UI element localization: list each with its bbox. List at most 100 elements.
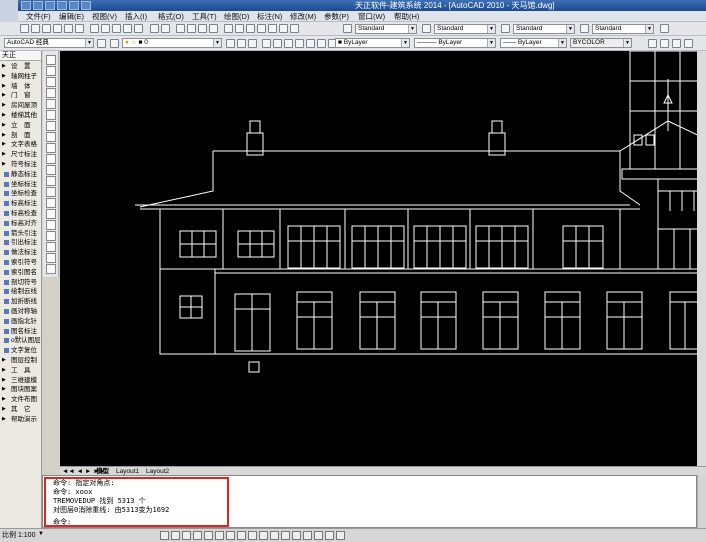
quick-view-layouts-icon[interactable]: [281, 531, 290, 540]
palette-item[interactable]: ▶ 三维建模: [0, 376, 42, 385]
drawing-canvas[interactable]: [60, 51, 706, 466]
menu-modify[interactable]: 修改(M): [290, 11, 316, 22]
circle-icon[interactable]: [46, 121, 56, 131]
showmotion-icon[interactable]: [336, 531, 345, 540]
palette-item[interactable]: 标高对齐: [0, 219, 42, 228]
menu-format[interactable]: 格式(O): [158, 11, 184, 22]
markup-icon[interactable]: [268, 24, 277, 33]
workspace-select[interactable]: AutoCAD 经典 ▼: [4, 38, 94, 48]
cut-icon[interactable]: [90, 24, 99, 33]
osnap-icon[interactable]: [204, 531, 213, 540]
palette-item[interactable]: ▶ 门 窗: [0, 91, 42, 100]
dim-style-select[interactable]: Standard ▼: [434, 24, 496, 34]
insert-block-icon[interactable]: [46, 176, 56, 186]
calculator-icon[interactable]: [279, 24, 288, 33]
rectangle-icon[interactable]: [46, 99, 56, 109]
steering-wheel-icon[interactable]: [325, 531, 334, 540]
palette-item[interactable]: ▶ 设 置: [0, 62, 42, 71]
palette-item[interactable]: ▶ 其 它: [0, 405, 42, 414]
undo-tool-icon[interactable]: [150, 24, 159, 33]
qnew-icon[interactable]: [20, 24, 29, 33]
palette-item[interactable]: 绘制云线: [0, 287, 42, 296]
palette-item[interactable]: 标高标注: [0, 199, 42, 208]
scale-indicator[interactable]: 比例 1:100: [2, 531, 35, 541]
ortho-icon[interactable]: [182, 531, 191, 540]
menu-draw[interactable]: 绘图(D): [224, 11, 249, 22]
palette-item[interactable]: 坐标标注: [0, 180, 42, 189]
polyline-icon[interactable]: [46, 77, 56, 87]
multiline-text-icon[interactable]: [46, 253, 56, 263]
plot-icon[interactable]: [81, 1, 91, 10]
palette-item[interactable]: ▶ 剖 面: [0, 131, 42, 140]
pan-icon[interactable]: [176, 24, 185, 33]
layer-select[interactable]: ● ☼ ■ 0 ▼: [122, 38, 222, 48]
match-properties-icon[interactable]: [123, 24, 132, 33]
palette-item[interactable]: ▶ 帮助演示: [0, 415, 42, 424]
application-button[interactable]: [0, 0, 18, 22]
palette-item[interactable]: 索引图名: [0, 268, 42, 277]
open-file-icon[interactable]: [31, 24, 40, 33]
publish-icon[interactable]: [75, 24, 84, 33]
ucs-origin-icon[interactable]: [295, 39, 304, 48]
menu-view[interactable]: 视图(V): [92, 11, 117, 22]
text-icon[interactable]: [46, 264, 56, 274]
make-block-icon[interactable]: [46, 187, 56, 197]
ucs-world-icon[interactable]: [273, 39, 282, 48]
sheet-set-icon[interactable]: [257, 24, 266, 33]
palette-item[interactable]: ▶ 墙 体: [0, 82, 42, 91]
tool-4-icon[interactable]: [684, 39, 693, 48]
line-icon[interactable]: [46, 55, 56, 65]
open-icon[interactable]: [33, 1, 43, 10]
tool-2-icon[interactable]: [660, 39, 669, 48]
hatch-icon[interactable]: [46, 209, 56, 219]
menu-help[interactable]: 帮助(H): [394, 11, 419, 22]
lineweight-select[interactable]: ―― ByLayer ▼: [500, 38, 567, 48]
help-icon[interactable]: [290, 24, 299, 33]
lwt-icon[interactable]: [248, 531, 257, 540]
otrack-icon[interactable]: [215, 531, 224, 540]
menu-window[interactable]: 窗口(W): [358, 11, 385, 22]
palette-item[interactable]: 画指北针: [0, 317, 42, 326]
print-icon[interactable]: [53, 24, 62, 33]
block-editor-icon[interactable]: [134, 24, 143, 33]
palette-item[interactable]: ▶ 楼梯其他: [0, 111, 42, 120]
ml-icon[interactable]: [660, 24, 669, 33]
copy-icon[interactable]: [101, 24, 110, 33]
table-icon[interactable]: [46, 242, 56, 252]
ucs-icon[interactable]: [262, 39, 271, 48]
ucs-3point-icon[interactable]: [306, 39, 315, 48]
ellipse-icon[interactable]: [46, 154, 56, 164]
palette-item[interactable]: ▶ 尺寸标注: [0, 150, 42, 159]
quick-view-drawings-icon[interactable]: [292, 531, 301, 540]
properties-icon[interactable]: [224, 24, 233, 33]
chevron-down-icon[interactable]: ▼: [38, 531, 44, 537]
palette-item[interactable]: ▶ 符号标注: [0, 160, 42, 169]
color-select[interactable]: ■ ByLayer ▼: [335, 38, 410, 48]
polygon-icon[interactable]: [46, 88, 56, 98]
palette-item[interactable]: ▶ 立 面: [0, 121, 42, 130]
design-center-icon[interactable]: [235, 24, 244, 33]
palette-item[interactable]: 图名标注: [0, 327, 42, 336]
ucs-x-icon[interactable]: [317, 39, 326, 48]
palette-item[interactable]: 静态标注: [0, 170, 42, 179]
snap-icon[interactable]: [160, 531, 169, 540]
multileader-style-select[interactable]: Standard ▼: [592, 24, 654, 34]
paste-icon[interactable]: [112, 24, 121, 33]
model-space-icon[interactable]: [270, 531, 279, 540]
make-current-layer-icon[interactable]: [226, 39, 235, 48]
menu-parametric[interactable]: 参数(P): [324, 11, 349, 22]
zoom-window-icon[interactable]: [198, 24, 207, 33]
palette-item[interactable]: ▶ 图层控制: [0, 356, 42, 365]
menu-insert[interactable]: 插入(I): [125, 11, 147, 22]
palette-item[interactable]: 加折断线: [0, 297, 42, 306]
palette-item[interactable]: 坐标检查: [0, 189, 42, 198]
menu-edit[interactable]: 编辑(E): [59, 11, 84, 22]
palette-item[interactable]: o默认图层: [0, 336, 42, 345]
command-scrollbar[interactable]: [697, 475, 706, 528]
layer-manager-icon[interactable]: [110, 39, 119, 48]
tool-palettes-icon[interactable]: [246, 24, 255, 33]
tool-1-icon[interactable]: [648, 39, 657, 48]
text-style-select[interactable]: Standard ▼: [355, 24, 417, 34]
pan-status-icon[interactable]: [303, 531, 312, 540]
undo-icon[interactable]: [57, 1, 67, 10]
